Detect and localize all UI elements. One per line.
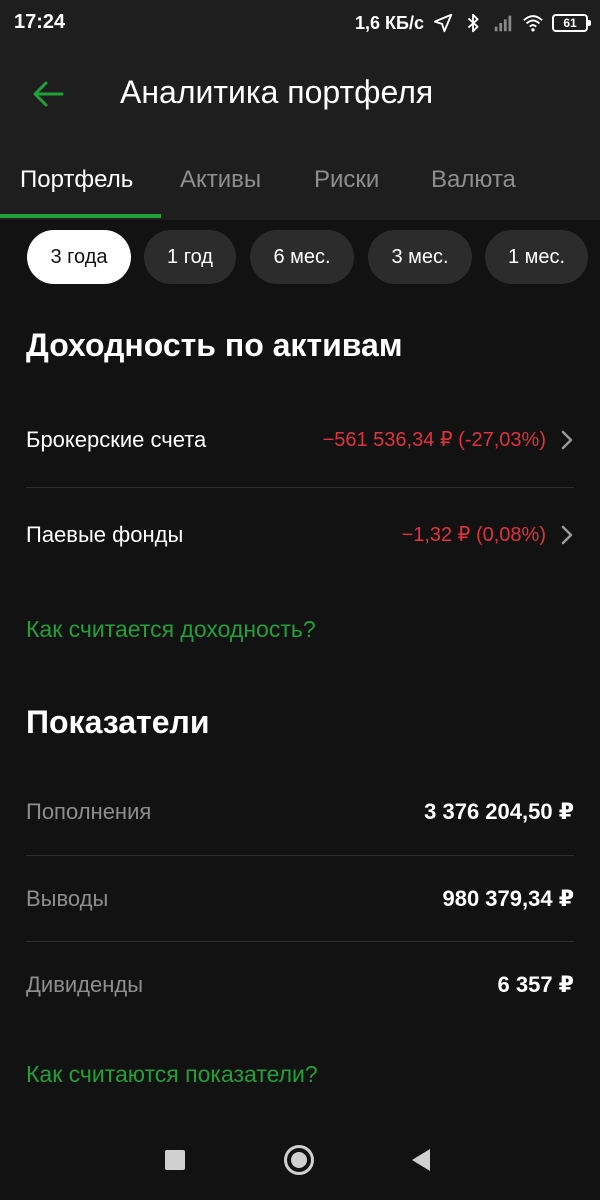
period-chip-3-years[interactable]: 3 года: [27, 230, 131, 284]
metric-value: 6 357 ₽: [497, 972, 574, 997]
status-bar: 17:24 1,6 КБ/с 61: [0, 0, 600, 46]
metric-row-withdrawals: Выводы 980 379,34 ₽: [26, 855, 574, 943]
arrow-left-icon: [33, 81, 64, 107]
metrics-help-link[interactable]: Как считаются показатели?: [26, 1061, 318, 1088]
battery-icon: 61: [552, 14, 591, 32]
chevron-right-icon: [561, 430, 573, 450]
metric-label: Дивиденды: [26, 972, 144, 997]
status-time: 17:24: [14, 11, 66, 33]
metric-value: 3 376 204,50 ₽: [424, 799, 574, 824]
wifi-icon: [523, 15, 543, 32]
period-chip-1-year[interactable]: 1 год: [144, 230, 236, 284]
status-icons: 1,6 КБ/с 61: [355, 10, 591, 36]
tab-assets[interactable]: Активы: [180, 166, 261, 194]
network-speed: 1,6 КБ/с: [355, 12, 424, 33]
period-chip-1-month[interactable]: 1 мес.: [485, 230, 588, 284]
returns-section-title: Доходность по активам: [26, 327, 403, 363]
returns-row-mutual-funds[interactable]: Паевые фонды −1,32 ₽ (0,08%): [26, 491, 574, 579]
page-title: Аналитика портфеля: [120, 74, 434, 110]
location-icon: [433, 13, 453, 33]
recent-apps-button[interactable]: [165, 1150, 185, 1170]
active-tab-indicator: [0, 214, 161, 218]
screen: 17:24 1,6 КБ/с 61 Аналитика портфеля Пор…: [0, 0, 600, 1200]
returns-help-link[interactable]: Как считается доходность?: [26, 616, 316, 643]
metric-label: Пополнения: [26, 799, 152, 824]
returns-row-label: Паевые фонды: [26, 522, 184, 547]
battery-level: 61: [563, 16, 577, 30]
back-button[interactable]: [28, 74, 68, 114]
metric-row-dividends: Дивиденды 6 357 ₽: [26, 941, 574, 1029]
tab-currency[interactable]: Валюта: [431, 166, 516, 194]
divider: [26, 487, 574, 488]
cellular-signal-icon: [494, 15, 512, 32]
tab-risks[interactable]: Риски: [314, 166, 379, 194]
system-navigation-bar: [0, 1124, 600, 1200]
metric-label: Выводы: [26, 886, 109, 911]
tab-portfolio[interactable]: Портфель: [20, 166, 133, 194]
chevron-right-icon: [561, 525, 573, 545]
period-chip-3-months[interactable]: 3 мес.: [368, 230, 472, 284]
returns-row-brokerage[interactable]: Брокерские счета −561 536,34 ₽ (-27,03%): [26, 396, 574, 484]
period-chip-6-months[interactable]: 6 мес.: [250, 230, 354, 284]
system-back-button[interactable]: [412, 1149, 430, 1171]
returns-row-label: Брокерские счета: [26, 427, 207, 452]
app-bar: Аналитика портфеля: [0, 46, 600, 142]
home-button[interactable]: [284, 1145, 314, 1175]
metrics-section-title: Показатели: [26, 704, 210, 740]
tab-bar: Портфель Активы Риски Валюта: [0, 142, 600, 220]
returns-row-value: −1,32 ₽ (0,08%): [401, 524, 546, 546]
bluetooth-icon: [467, 13, 479, 33]
metric-row-deposits: Пополнения 3 376 204,50 ₽: [26, 768, 574, 856]
returns-row-value: −561 536,34 ₽ (-27,03%): [322, 429, 546, 451]
metric-value: 980 379,34 ₽: [442, 886, 574, 911]
period-selector: 3 года 1 год 6 мес. 3 мес. 1 мес.: [0, 230, 600, 286]
